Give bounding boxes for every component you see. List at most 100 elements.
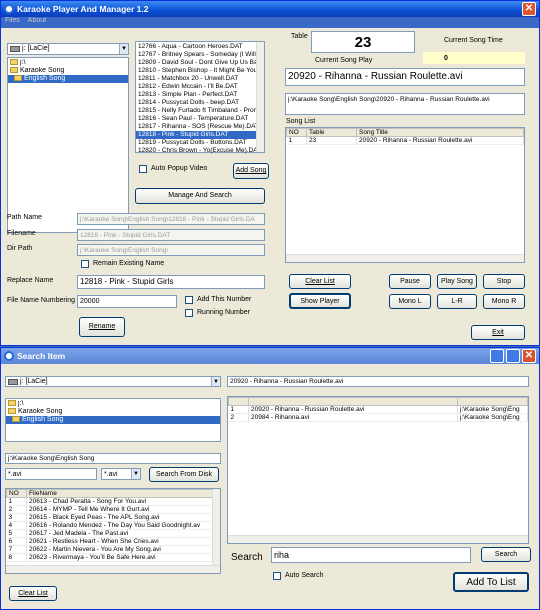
lr-button[interactable]: L-R xyxy=(437,294,477,309)
col-no[interactable]: NO xyxy=(286,128,307,137)
folder-tree[interactable]: j:\ Karaoke Song English Song xyxy=(7,57,129,233)
search-path-field[interactable]: j:\Karaoke Song\English Song xyxy=(5,453,221,464)
search-drive-select[interactable]: j: [LaCie] ▼ xyxy=(5,376,221,387)
pause-button[interactable]: Pause xyxy=(389,274,431,289)
drive-select[interactable]: j: [LaCie] ▼ xyxy=(7,43,129,55)
table-row[interactable]: 1 23 20920 - Rihanna - Russian Roulette.av… xyxy=(286,136,524,145)
filename-field[interactable]: 12818 - Pink - Stupid Girls.DAT xyxy=(77,229,265,241)
table-cell: 5 xyxy=(6,529,27,538)
add-song-button[interactable]: Add Song xyxy=(233,163,269,179)
file-list-item[interactable]: 12809 - David Soul - Dont Give Up Us Bal xyxy=(136,59,264,67)
file-list-item[interactable]: 12820 - Chris Brown - Yo(Excuse Me).DAT xyxy=(136,147,264,155)
table-row[interactable]: 6 20621 - Restless Heart - When She Cries… xyxy=(6,537,220,546)
folder-item[interactable]: j:\ xyxy=(6,400,220,408)
auto-popup-checkbox[interactable] xyxy=(139,165,147,173)
search-label: Search xyxy=(231,552,263,563)
table-row[interactable]: 8 20623 - Rivermaya - You'll Be Safe Here… xyxy=(6,553,220,562)
file-list-item[interactable]: 12815 - Nelly Furtado ft Timbaland - Pro… xyxy=(136,107,264,115)
table-row[interactable]: 7 20622 - Martin Nievera - You Are My Son… xyxy=(6,545,220,554)
numbering-field[interactable]: 20000 xyxy=(77,295,177,308)
search-from-disk-button[interactable]: Search From Disk xyxy=(149,467,219,482)
extension-select[interactable]: *.avi ▼ xyxy=(101,468,141,480)
col-no[interactable]: NO xyxy=(6,489,27,498)
search-folder-tree[interactable]: j:\ Karaoke Song English Song xyxy=(5,398,221,442)
file-list-item[interactable]: 12813 - Simple Plan - Perfect.DAT xyxy=(136,91,264,99)
search-input[interactable]: riha xyxy=(271,547,471,563)
mono-l-button[interactable]: Mono L xyxy=(389,294,431,309)
file-list-item[interactable]: 12814 - Pussycat Dolls - beep.DAT xyxy=(136,99,264,107)
play-song-button[interactable]: Play Song xyxy=(437,274,477,289)
folder-label: English Song xyxy=(22,416,64,423)
clear-list-button[interactable]: Clear List xyxy=(289,274,351,289)
remain-existing-checkbox[interactable] xyxy=(81,260,89,268)
search-results-table: 1 20920 - Rihanna - Russian Roulette.avi j… xyxy=(228,397,528,422)
rename-button[interactable]: Rename xyxy=(79,317,125,337)
menu-files[interactable]: Files xyxy=(5,17,20,28)
table-cell: 20614 - MYMP - Tell Me Where It Gurt.avi xyxy=(26,505,220,514)
exit-button[interactable]: Exit xyxy=(471,325,525,340)
table-row[interactable]: 4 20616 - Rolando Mendez - The Day You Sa… xyxy=(6,521,220,530)
file-list-item[interactable]: 12819 - Pussycat Dolls - Buttons.DAT xyxy=(136,139,264,147)
path-name-field[interactable]: j:\Karaoke Song\English Song\12818 - Pin… xyxy=(77,213,265,225)
minimize-button[interactable] xyxy=(490,349,504,363)
song-list-hscrollbar[interactable] xyxy=(286,254,524,262)
file-list-item[interactable]: 12816 - Sean Paul - Temperature.DAT xyxy=(136,115,264,123)
show-player-button[interactable]: Show Player xyxy=(289,293,351,309)
file-list-item[interactable]: 12767 - Britney Spears - Someday (I Will… xyxy=(136,51,264,59)
file-list-item[interactable]: 12766 - Aqua - Cartoon Heroes.DAT xyxy=(136,43,264,51)
disk-file-vscrollbar[interactable] xyxy=(212,489,220,573)
close-button[interactable]: ✕ xyxy=(522,349,536,363)
auto-search-checkbox[interactable] xyxy=(273,572,281,580)
add-this-number-checkbox[interactable] xyxy=(185,296,193,304)
folder-item-selected[interactable]: English Song xyxy=(6,416,220,424)
manage-and-search-button[interactable]: Manage And Search xyxy=(135,188,265,204)
disk-file-list[interactable]: NO FileName 1 20613 - Chad Peralta - Song… xyxy=(5,488,221,574)
selected-file-field[interactable]: 20920 - Rihanna - Russian Roulette.avi xyxy=(227,376,529,387)
folder-item[interactable]: Karaoke Song xyxy=(6,408,220,416)
folder-open-icon xyxy=(12,416,20,423)
file-list-item[interactable]: 12811 - Matchbox 20 - Unwell.DAT xyxy=(136,75,264,83)
file-list-item[interactable]: 12810 - Stephen Bishop - It Might Be You… xyxy=(136,67,264,75)
file-list-item[interactable]: 12818 - Pink - Stupid Girls.DAT xyxy=(136,131,264,139)
drive-icon xyxy=(10,46,20,52)
close-button[interactable]: ✕ xyxy=(522,2,536,16)
search-results-list[interactable]: 1 20920 - Rihanna - Russian Roulette.avi j… xyxy=(227,396,529,544)
folder-icon xyxy=(10,59,18,66)
table-row[interactable]: 1 20613 - Chad Peralta - Song For You.avi xyxy=(6,497,220,506)
song-list[interactable]: NO Table Song Title 1 23 20920 - Rihanna -… xyxy=(285,127,525,263)
table-row[interactable]: 1 20920 - Rihanna - Russian Roulette.avi j… xyxy=(228,405,528,414)
search-button[interactable]: Search xyxy=(481,547,531,562)
file-list-item[interactable]: 12812 - Edwin Mccain - I'll Be.DAT xyxy=(136,83,264,91)
table-row[interactable]: 3 20615 - Black Eyed Peas - The APL Song.… xyxy=(6,513,220,522)
current-song-play: 20920 - Rihanna - Russian Roulette.avi xyxy=(285,68,525,86)
chevron-down-icon[interactable]: ▼ xyxy=(211,377,220,386)
menu-about[interactable]: About xyxy=(28,17,46,28)
file-list-scrollbar[interactable] xyxy=(256,42,264,152)
table-row[interactable]: 2 20614 - MYMP - Tell Me Where It Gurt.av… xyxy=(6,505,220,514)
extension-field[interactable]: *.avi xyxy=(5,468,97,480)
file-list-item[interactable]: 12817 - Rihanna - SOS (Rescue Me).DAT xyxy=(136,123,264,131)
maximize-button[interactable] xyxy=(506,349,520,363)
stop-button[interactable]: Stop xyxy=(483,274,525,289)
table-row[interactable]: 2 20984 - Rihanna.avi j:\Karaoke Song\Eng xyxy=(228,413,528,422)
folder-item[interactable]: j:\ xyxy=(8,59,128,67)
add-to-list-button[interactable]: Add To List xyxy=(453,572,529,592)
folder-item[interactable]: Karaoke Song xyxy=(8,67,128,75)
search-clear-list-button[interactable]: Clear List xyxy=(9,586,57,601)
chevron-down-icon[interactable]: ▼ xyxy=(119,44,128,54)
col-song-title[interactable]: Song Title xyxy=(356,128,524,137)
table-row[interactable]: 5 20617 - Jed Madela - The Past.avi xyxy=(6,529,220,538)
table-cell: 20616 - Rolando Mendez - The Day You Sai… xyxy=(26,521,220,530)
col-table[interactable]: Table xyxy=(306,128,357,137)
folder-item-selected[interactable]: English Song xyxy=(8,75,128,83)
replace-name-field[interactable]: 12818 - Pink - Stupid Girls xyxy=(77,275,265,289)
col-filename[interactable]: FileName xyxy=(26,489,220,498)
running-number-checkbox[interactable] xyxy=(185,309,193,317)
file-list[interactable]: 12766 - Aqua - Cartoon Heroes.DAT 12767 -… xyxy=(135,41,265,155)
disk-file-hscrollbar[interactable] xyxy=(6,565,220,573)
search-item-window: Search Item ✕ j: [LaCie] ▼ 20920 - Rihan… xyxy=(0,347,540,610)
mono-r-button[interactable]: Mono R xyxy=(483,294,525,309)
chevron-down-icon[interactable]: ▼ xyxy=(131,469,140,479)
results-hscrollbar[interactable] xyxy=(228,535,528,543)
dir-path-field[interactable]: j:\Karaoke Song\English Song\ xyxy=(77,244,265,256)
